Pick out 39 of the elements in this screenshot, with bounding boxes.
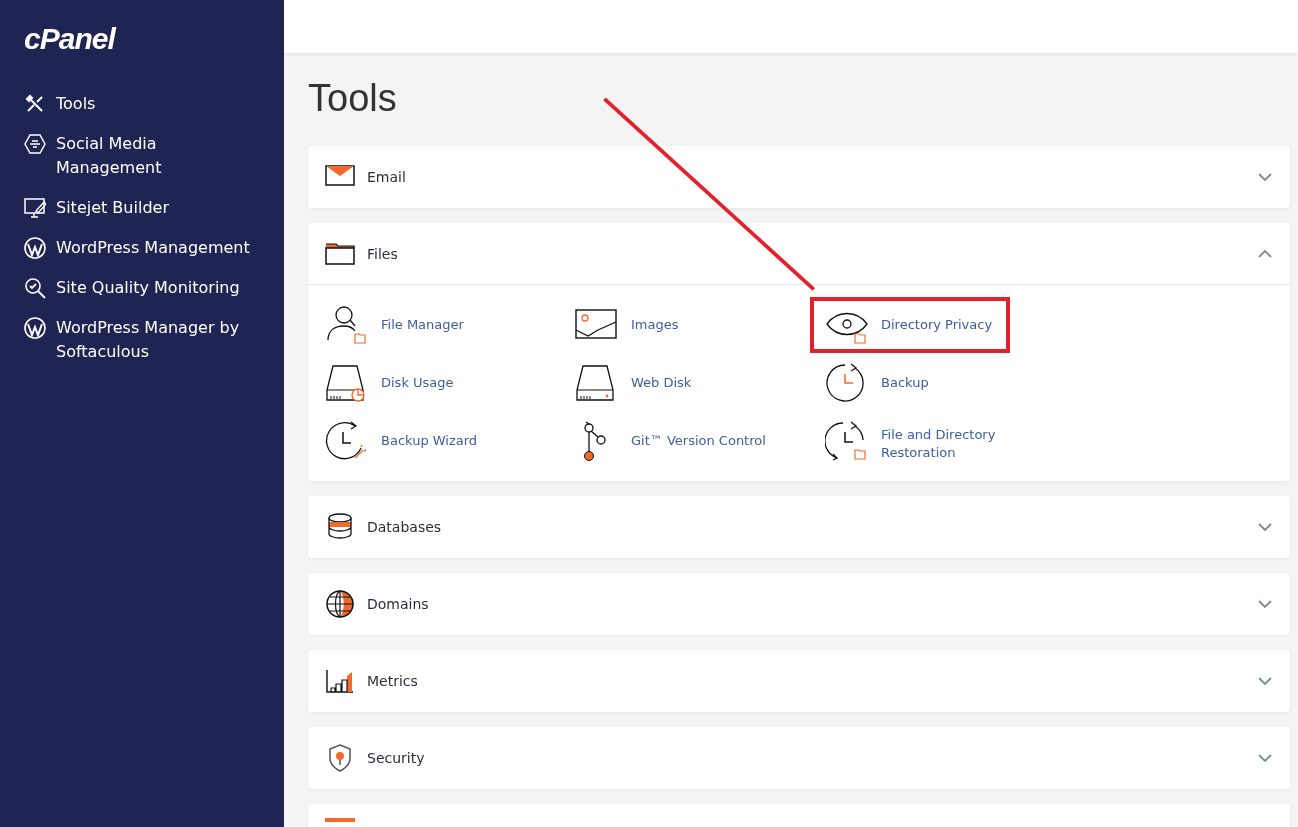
- section-header[interactable]: Security: [308, 727, 1290, 789]
- page-title: Tools: [308, 76, 397, 121]
- section-header[interactable]: Domains: [308, 573, 1290, 635]
- hexagon-icon: [24, 133, 46, 155]
- tool-link[interactable]: Web Disk: [560, 355, 760, 411]
- database-icon: [325, 512, 355, 542]
- section-header[interactable]: Metrics: [308, 650, 1290, 712]
- user-folder-icon: [325, 304, 369, 346]
- highlighted-tool-link[interactable]: Directory Privacy: [810, 297, 1010, 353]
- magnifier-icon: [24, 277, 46, 299]
- globe-icon: [325, 589, 355, 619]
- tool-link[interactable]: File and Directory Restoration: [810, 413, 1033, 469]
- tool-link[interactable]: File Manager: [310, 297, 510, 353]
- clock-folder-icon: [825, 420, 869, 462]
- wordpress-icon: [24, 317, 46, 339]
- logo[interactable]: cPanel: [24, 24, 115, 54]
- tool-link[interactable]: Backup Wizard: [310, 413, 510, 469]
- tool-link[interactable]: Images: [560, 297, 760, 353]
- chevron-down-icon: [1258, 600, 1272, 608]
- chevron-down-icon: [1258, 173, 1272, 181]
- section-header[interactable]: Files: [308, 223, 1290, 285]
- sidebar-item[interactable]: WordPress Manager by Softaculous: [24, 316, 269, 364]
- section-header[interactable]: Databases: [308, 496, 1290, 558]
- monitor-icon: [24, 197, 46, 219]
- tool-link[interactable]: Backup: [810, 355, 1010, 411]
- chevron-down-icon: [1258, 677, 1272, 685]
- sidebar-item[interactable]: Site Quality Monitoring: [24, 276, 240, 300]
- tool-link[interactable]: Git™ Version Control: [560, 413, 778, 469]
- sidebar-item[interactable]: Tools: [24, 92, 96, 116]
- chevron-down-icon: [1258, 523, 1272, 531]
- sidebar-item[interactable]: Sitejet Builder: [24, 196, 169, 220]
- sidebar-item[interactable]: WordPress Management: [24, 236, 250, 260]
- chevron-up-icon: [1258, 249, 1272, 258]
- tool-link[interactable]: Disk Usage: [310, 355, 510, 411]
- chevron-down-icon: [1258, 754, 1272, 762]
- clock-wand-icon: [325, 420, 369, 462]
- section-header[interactable]: Email: [308, 146, 1290, 208]
- wordpress-icon: [24, 237, 46, 259]
- sidebar-item[interactable]: Social Media Management: [24, 132, 194, 180]
